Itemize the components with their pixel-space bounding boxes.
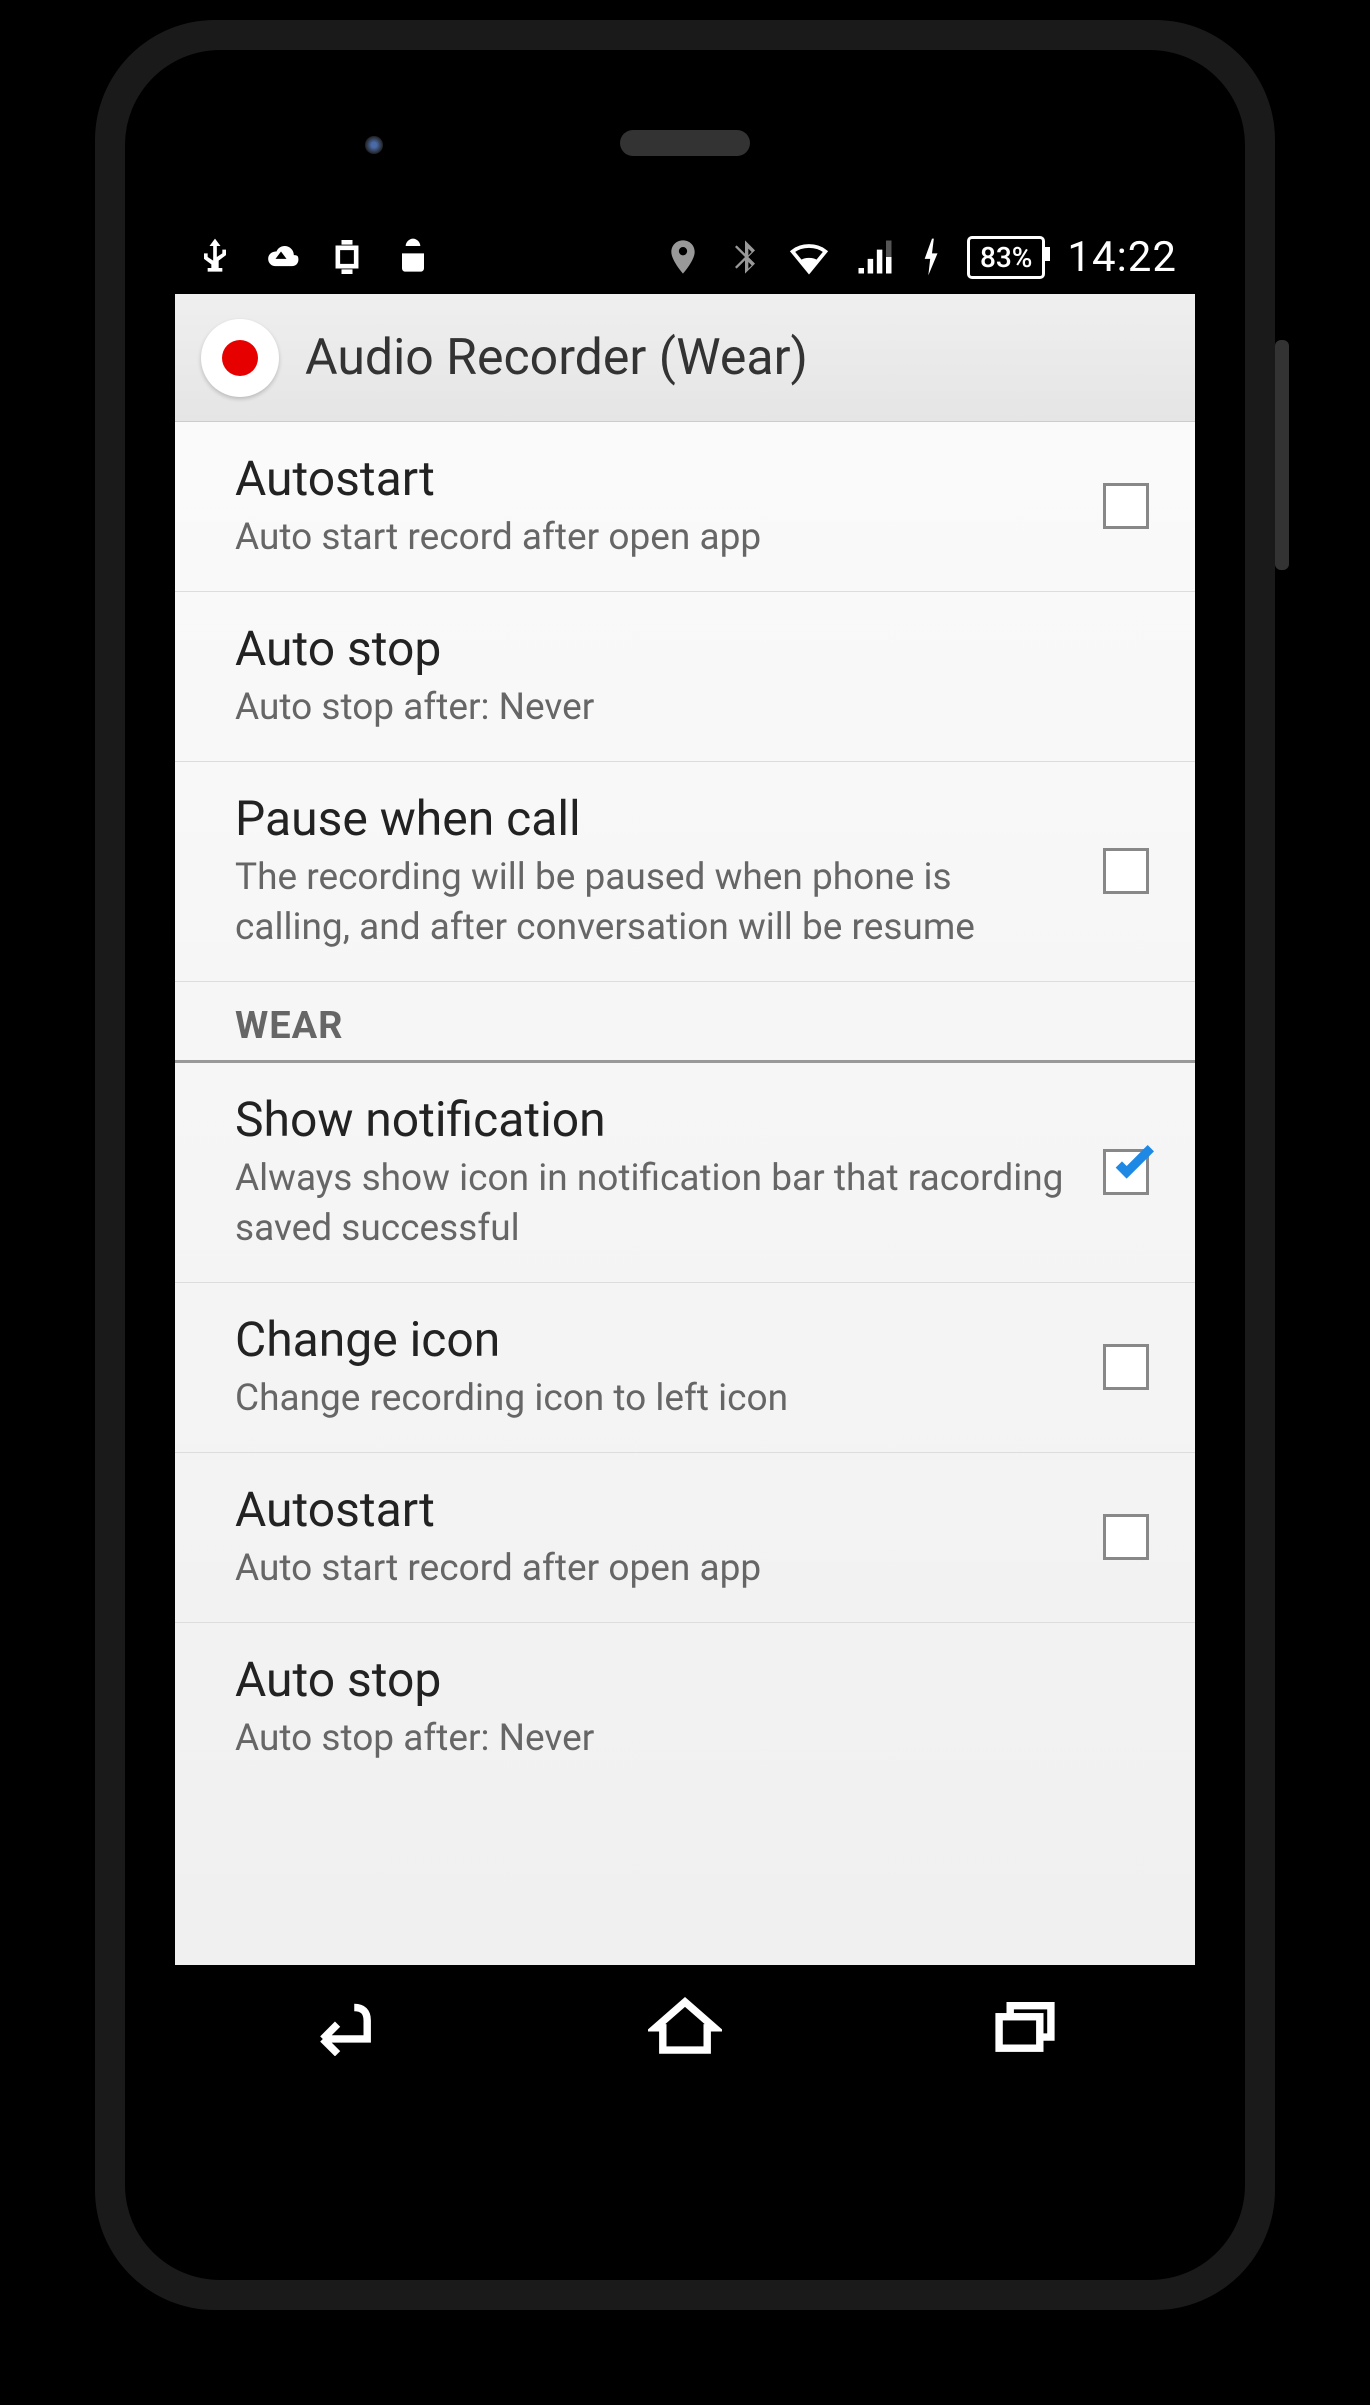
- screen: 83% 14:22 Audio Recorder (Wear) Autostar…: [175, 220, 1195, 1965]
- setting-change-icon[interactable]: Change icon Change recording icon to lef…: [175, 1283, 1195, 1453]
- phone-frame: 83% 14:22 Audio Recorder (Wear) Autostar…: [95, 20, 1275, 2310]
- battery-percent: 83%: [980, 241, 1032, 274]
- setting-text: Show notification Always show icon in no…: [235, 1091, 1103, 1254]
- cloud-upload-icon: [259, 235, 303, 279]
- setting-title: Change icon: [235, 1311, 1073, 1368]
- android-debug-icon: [391, 235, 435, 279]
- power-button: [1275, 340, 1289, 570]
- setting-title: Auto stop: [235, 1651, 1131, 1708]
- clock: 14:22: [1067, 233, 1177, 282]
- status-left: [193, 235, 435, 279]
- navigation-bar: [175, 1965, 1195, 2087]
- checkbox-pause-when-call[interactable]: [1103, 848, 1149, 894]
- setting-pause-when-call[interactable]: Pause when call The recording will be pa…: [175, 762, 1195, 982]
- setting-wear-autostop[interactable]: Auto stop Auto stop after: Never: [175, 1623, 1195, 1792]
- checkbox-change-icon[interactable]: [1103, 1344, 1149, 1390]
- checkbox-wear-autostart[interactable]: [1103, 1514, 1149, 1560]
- usb-icon: [193, 235, 237, 279]
- battery-indicator: 83%: [967, 236, 1045, 279]
- setting-title: Autostart: [235, 450, 1073, 507]
- wifi-icon: [787, 235, 831, 279]
- phone-inner: 83% 14:22 Audio Recorder (Wear) Autostar…: [125, 50, 1245, 2280]
- setting-subtitle: Auto stop after: Never: [235, 1714, 1131, 1764]
- setting-autostart[interactable]: Autostart Auto start record after open a…: [175, 422, 1195, 592]
- checkbox-show-notification[interactable]: [1103, 1149, 1149, 1195]
- setting-text: Autostart Auto start record after open a…: [235, 1481, 1103, 1594]
- setting-text: Change icon Change recording icon to lef…: [235, 1311, 1103, 1424]
- setting-wear-autostart[interactable]: Autostart Auto start record after open a…: [175, 1453, 1195, 1623]
- setting-subtitle: Auto start record after open app: [235, 1544, 1073, 1594]
- home-icon[interactable]: [648, 1996, 722, 2056]
- setting-title: Auto stop: [235, 620, 1131, 677]
- setting-subtitle: The recording will be paused when phone …: [235, 853, 1073, 953]
- bluetooth-icon: [725, 237, 765, 277]
- setting-text: Autostart Auto start record after open a…: [235, 450, 1103, 563]
- charging-icon: [919, 235, 945, 279]
- app-title: Audio Recorder (Wear): [305, 329, 808, 387]
- app-icon: [201, 319, 279, 397]
- status-bar: 83% 14:22: [175, 220, 1195, 294]
- back-icon[interactable]: [308, 1996, 382, 2056]
- setting-subtitle: Change recording icon to left icon: [235, 1374, 1073, 1424]
- checkbox-autostart[interactable]: [1103, 483, 1149, 529]
- phone-camera: [365, 136, 383, 154]
- settings-list[interactable]: Autostart Auto start record after open a…: [175, 422, 1195, 1965]
- setting-subtitle: Auto start record after open app: [235, 513, 1073, 563]
- section-label: WEAR: [235, 1004, 1161, 1048]
- setting-show-notification[interactable]: Show notification Always show icon in no…: [175, 1063, 1195, 1283]
- app-header: Audio Recorder (Wear): [175, 294, 1195, 422]
- setting-title: Pause when call: [235, 790, 1073, 847]
- phone-speaker: [620, 130, 750, 156]
- setting-autostop[interactable]: Auto stop Auto stop after: Never: [175, 592, 1195, 762]
- section-header-wear: WEAR: [175, 982, 1195, 1063]
- status-right: 83% 14:22: [663, 233, 1177, 282]
- setting-subtitle: Auto stop after: Never: [235, 683, 1131, 733]
- setting-title: Autostart: [235, 1481, 1073, 1538]
- signal-icon: [853, 235, 897, 279]
- setting-subtitle: Always show icon in notification bar tha…: [235, 1154, 1073, 1254]
- watch-icon: [325, 235, 369, 279]
- setting-title: Show notification: [235, 1091, 1073, 1148]
- recent-apps-icon[interactable]: [988, 1996, 1062, 2056]
- location-icon: [663, 237, 703, 277]
- setting-text: Auto stop Auto stop after: Never: [235, 1651, 1161, 1764]
- setting-text: Pause when call The recording will be pa…: [235, 790, 1103, 953]
- record-dot-icon: [222, 340, 258, 376]
- setting-text: Auto stop Auto stop after: Never: [235, 620, 1161, 733]
